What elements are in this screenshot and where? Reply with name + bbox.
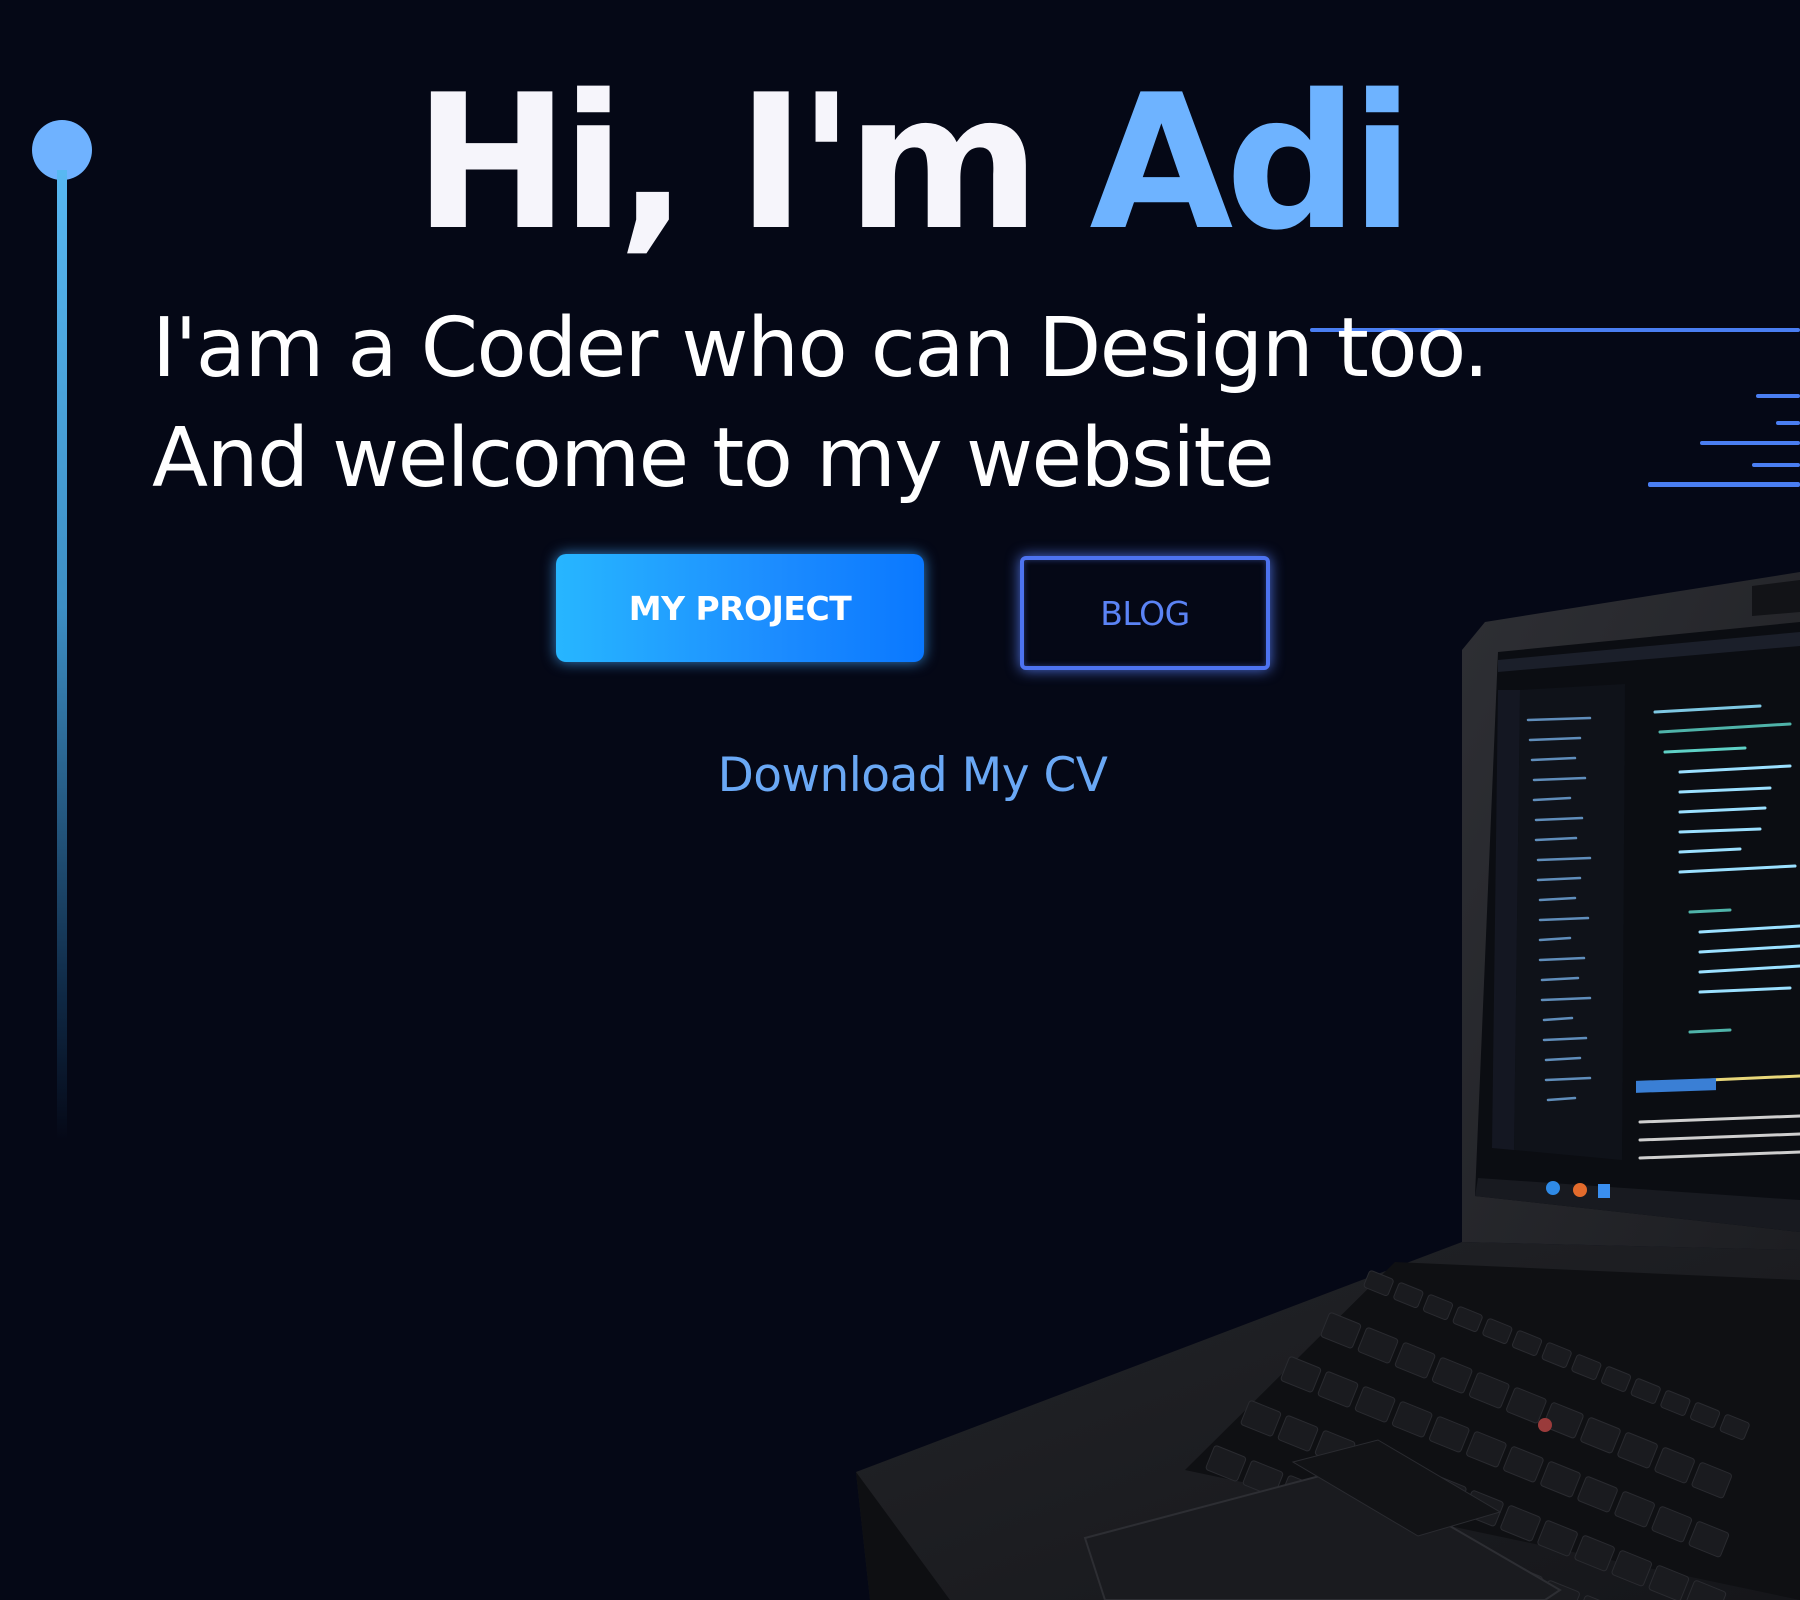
hero-section: Hi, I'm Adi I'am a Coder who can Design …	[0, 0, 1800, 1600]
laptop-illustration	[856, 572, 1800, 1600]
